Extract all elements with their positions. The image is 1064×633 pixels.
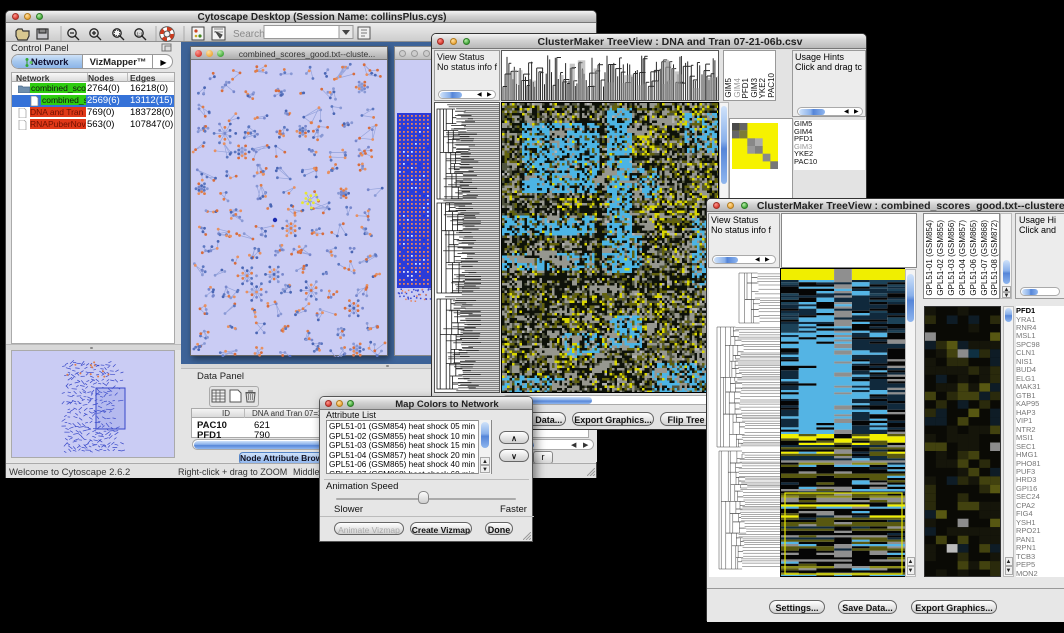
svg-text:1:1: 1:1 (137, 32, 144, 37)
svg-text:Search:: Search: (233, 29, 267, 40)
